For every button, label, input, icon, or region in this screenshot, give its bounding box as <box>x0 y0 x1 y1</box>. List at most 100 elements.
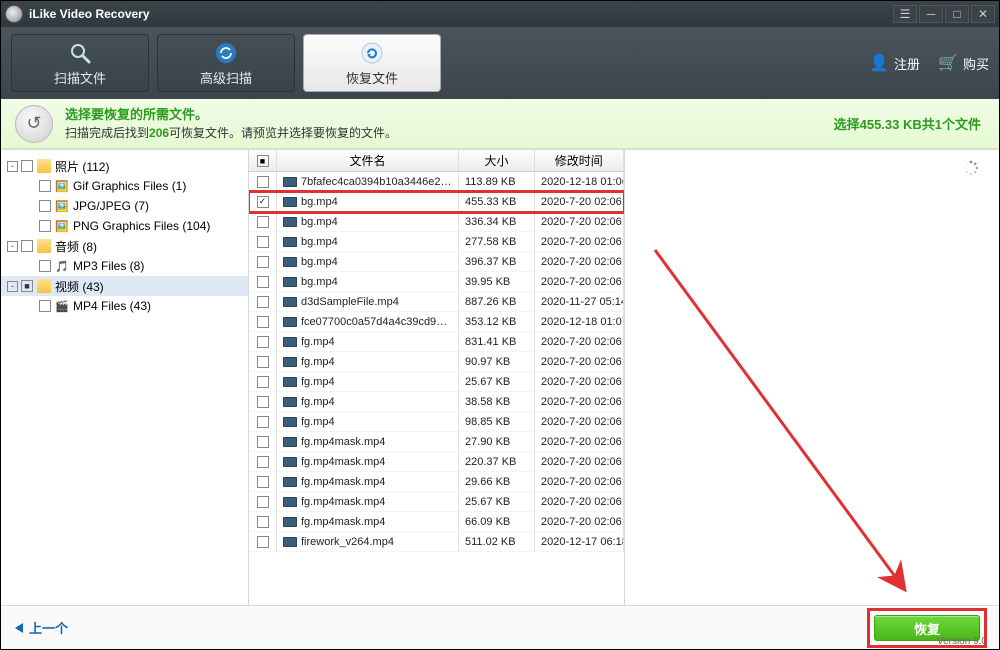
file-row[interactable]: bg.mp4277.58 KB2020-7-20 02:06:36 <box>249 232 624 252</box>
tree-checkbox[interactable] <box>21 160 33 172</box>
file-mtime: 2020-7-20 02:06:36 <box>535 472 624 491</box>
file-size: 220.37 KB <box>459 452 535 471</box>
header-checkbox[interactable]: ■ <box>249 150 277 171</box>
category-tree[interactable]: -照片 (112)🖼️Gif Graphics Files (1)🖼️JPG/J… <box>1 150 249 605</box>
file-mtime: 2020-7-20 02:06:36 <box>535 452 624 471</box>
file-row[interactable]: fg.mp438.58 KB2020-7-20 02:06:36 <box>249 392 624 412</box>
file-name: fg.mp4mask.mp4 <box>301 456 385 468</box>
back-label: 上一个 <box>29 618 68 637</box>
header-mtime[interactable]: 修改时间 <box>535 150 624 171</box>
file-row[interactable]: 7bfafec4ca0394b10a3446e2d...113.89 KB202… <box>249 172 624 192</box>
folder-icon <box>37 159 51 173</box>
row-checkbox[interactable] <box>257 476 269 488</box>
menu-button[interactable]: ☰ <box>893 5 917 23</box>
tree-checkbox[interactable] <box>39 220 51 232</box>
buy-button[interactable]: 🛒 购买 <box>938 53 989 73</box>
tree-node[interactable]: 🖼️PNG Graphics Files (104) <box>1 216 248 236</box>
row-checkbox[interactable] <box>257 536 269 548</box>
file-row[interactable]: fg.mp490.97 KB2020-7-20 02:06:36 <box>249 352 624 372</box>
file-row[interactable]: fg.mp425.67 KB2020-7-20 02:06:36 <box>249 372 624 392</box>
row-checkbox[interactable] <box>257 516 269 528</box>
tab-advanced-scan[interactable]: 高级扫描 <box>157 34 295 92</box>
file-row[interactable]: fg.mp4mask.mp4 220.37 KB2020-7-20 02:06:3… <box>249 452 624 472</box>
row-checkbox[interactable] <box>257 376 269 388</box>
tree-node[interactable]: - 音频 (8) <box>1 236 248 256</box>
file-row[interactable]: ✓bg.mp4455.33 KB2020-7-20 02:06:36 <box>249 192 624 212</box>
file-name: fce07700c0a57d4a4c39cd906... <box>301 316 452 328</box>
file-mtime: 2020-7-20 02:06:36 <box>535 252 624 271</box>
tab-label: 扫描文件 <box>54 68 106 87</box>
tree-node[interactable]: 🖼️JPG/JPEG (7) <box>1 196 248 216</box>
video-file-icon <box>283 537 297 547</box>
tree-node[interactable]: 🎬MP4 Files (43) <box>1 296 248 316</box>
triangle-left-icon <box>15 623 23 633</box>
row-checkbox[interactable] <box>257 496 269 508</box>
row-checkbox[interactable] <box>257 276 269 288</box>
tree-checkbox[interactable]: ■ <box>21 280 33 292</box>
selection-summary: 选择455.33 KB共1个文件 <box>834 114 981 133</box>
tree-checkbox[interactable] <box>39 180 51 192</box>
row-checkbox[interactable] <box>257 456 269 468</box>
tree-checkbox[interactable] <box>39 260 51 272</box>
tree-node[interactable]: 🖼️Gif Graphics Files (1) <box>1 176 248 196</box>
header-filename[interactable]: 文件名 <box>277 150 459 171</box>
mp3-icon: 🎵 <box>55 259 69 273</box>
file-row[interactable]: bg.mp4396.37 KB2020-7-20 02:06:36 <box>249 252 624 272</box>
tree-checkbox[interactable] <box>21 240 33 252</box>
expand-toggle[interactable]: - <box>7 241 18 252</box>
row-checkbox[interactable] <box>257 436 269 448</box>
tree-label: MP4 Files (43) <box>73 299 151 313</box>
row-checkbox[interactable] <box>257 356 269 368</box>
file-row[interactable]: fg.mp4mask.mp425.67 KB2020-7-20 02:06:36 <box>249 492 624 512</box>
annotation-arrow <box>635 230 935 605</box>
tree-node[interactable]: -照片 (112) <box>1 156 248 176</box>
file-name: fg.mp4mask.mp4 <box>301 516 385 528</box>
file-size: 113.89 KB <box>459 172 535 191</box>
row-checkbox[interactable] <box>257 296 269 308</box>
file-row[interactable]: firework_v264.mp4511.02 KB2020-12-17 06:… <box>249 532 624 552</box>
file-row[interactable]: fg.mp4831.41 KB2020-7-20 02:06:36 <box>249 332 624 352</box>
file-row[interactable]: fce07700c0a57d4a4c39cd906...353.12 KB202… <box>249 312 624 332</box>
row-checkbox[interactable] <box>257 336 269 348</box>
file-mtime: 2020-7-20 02:06:36 <box>535 232 624 251</box>
file-size: 396.37 KB <box>459 252 535 271</box>
back-button[interactable]: 上一个 <box>15 618 68 637</box>
expand-toggle[interactable]: - <box>7 281 18 292</box>
tree-checkbox[interactable] <box>39 200 51 212</box>
file-row[interactable]: fg.mp4mask.mp429.66 KB2020-7-20 02:06:36 <box>249 472 624 492</box>
register-button[interactable]: 👤 注册 <box>869 53 920 73</box>
minimize-button[interactable]: ─ <box>919 5 943 23</box>
file-mtime: 2020-7-20 02:06:36 <box>535 372 624 391</box>
row-checkbox[interactable] <box>257 176 269 188</box>
file-list-pane: ■ 文件名 大小 修改时间 7bfafec4ca0394b10a3446e2d.… <box>249 150 625 605</box>
file-row[interactable]: d3dSampleFile.mp4887.26 KB2020-11-27 05:… <box>249 292 624 312</box>
gif-icon: 🖼️ <box>55 179 69 193</box>
row-checkbox[interactable] <box>257 316 269 328</box>
tree-node[interactable]: -■视频 (43) <box>1 276 248 296</box>
close-button[interactable]: ✕ <box>971 5 995 23</box>
tree-node[interactable]: 🎵MP3 Files (8) <box>1 256 248 276</box>
video-file-icon <box>283 417 297 427</box>
app-window: iLike Video Recovery ☰ ─ □ ✕ 扫描文件 高级扫描 恢… <box>0 0 1000 650</box>
file-row[interactable]: fg.mp4mask.mp427.90 KB2020-7-20 02:06:36 <box>249 432 624 452</box>
row-checkbox[interactable] <box>257 416 269 428</box>
file-mtime: 2020-7-20 02:06:36 <box>535 512 624 531</box>
row-checkbox[interactable] <box>257 256 269 268</box>
tree-checkbox[interactable] <box>39 300 51 312</box>
file-row[interactable]: fg.mp4mask.mp466.09 KB2020-7-20 02:06:36 <box>249 512 624 532</box>
tree-label: 音频 (8) <box>55 238 97 255</box>
row-checkbox[interactable] <box>257 396 269 408</box>
row-checkbox[interactable] <box>257 236 269 248</box>
row-checkbox[interactable]: ✓ <box>257 196 269 208</box>
refresh-icon <box>213 40 239 66</box>
header-size[interactable]: 大小 <box>459 150 535 171</box>
expand-toggle[interactable]: - <box>7 161 18 172</box>
tab-recover-files[interactable]: 恢复文件 <box>303 34 441 92</box>
file-row[interactable]: bg.mp4336.34 KB2020-7-20 02:06:36 <box>249 212 624 232</box>
file-row[interactable]: fg.mp498.85 KB2020-7-20 02:06:36 <box>249 412 624 432</box>
maximize-button[interactable]: □ <box>945 5 969 23</box>
file-rows[interactable]: 7bfafec4ca0394b10a3446e2d...113.89 KB202… <box>249 172 624 605</box>
file-row[interactable]: bg.mp439.95 KB2020-7-20 02:06:36 <box>249 272 624 292</box>
row-checkbox[interactable] <box>257 216 269 228</box>
tab-scan-files[interactable]: 扫描文件 <box>11 34 149 92</box>
